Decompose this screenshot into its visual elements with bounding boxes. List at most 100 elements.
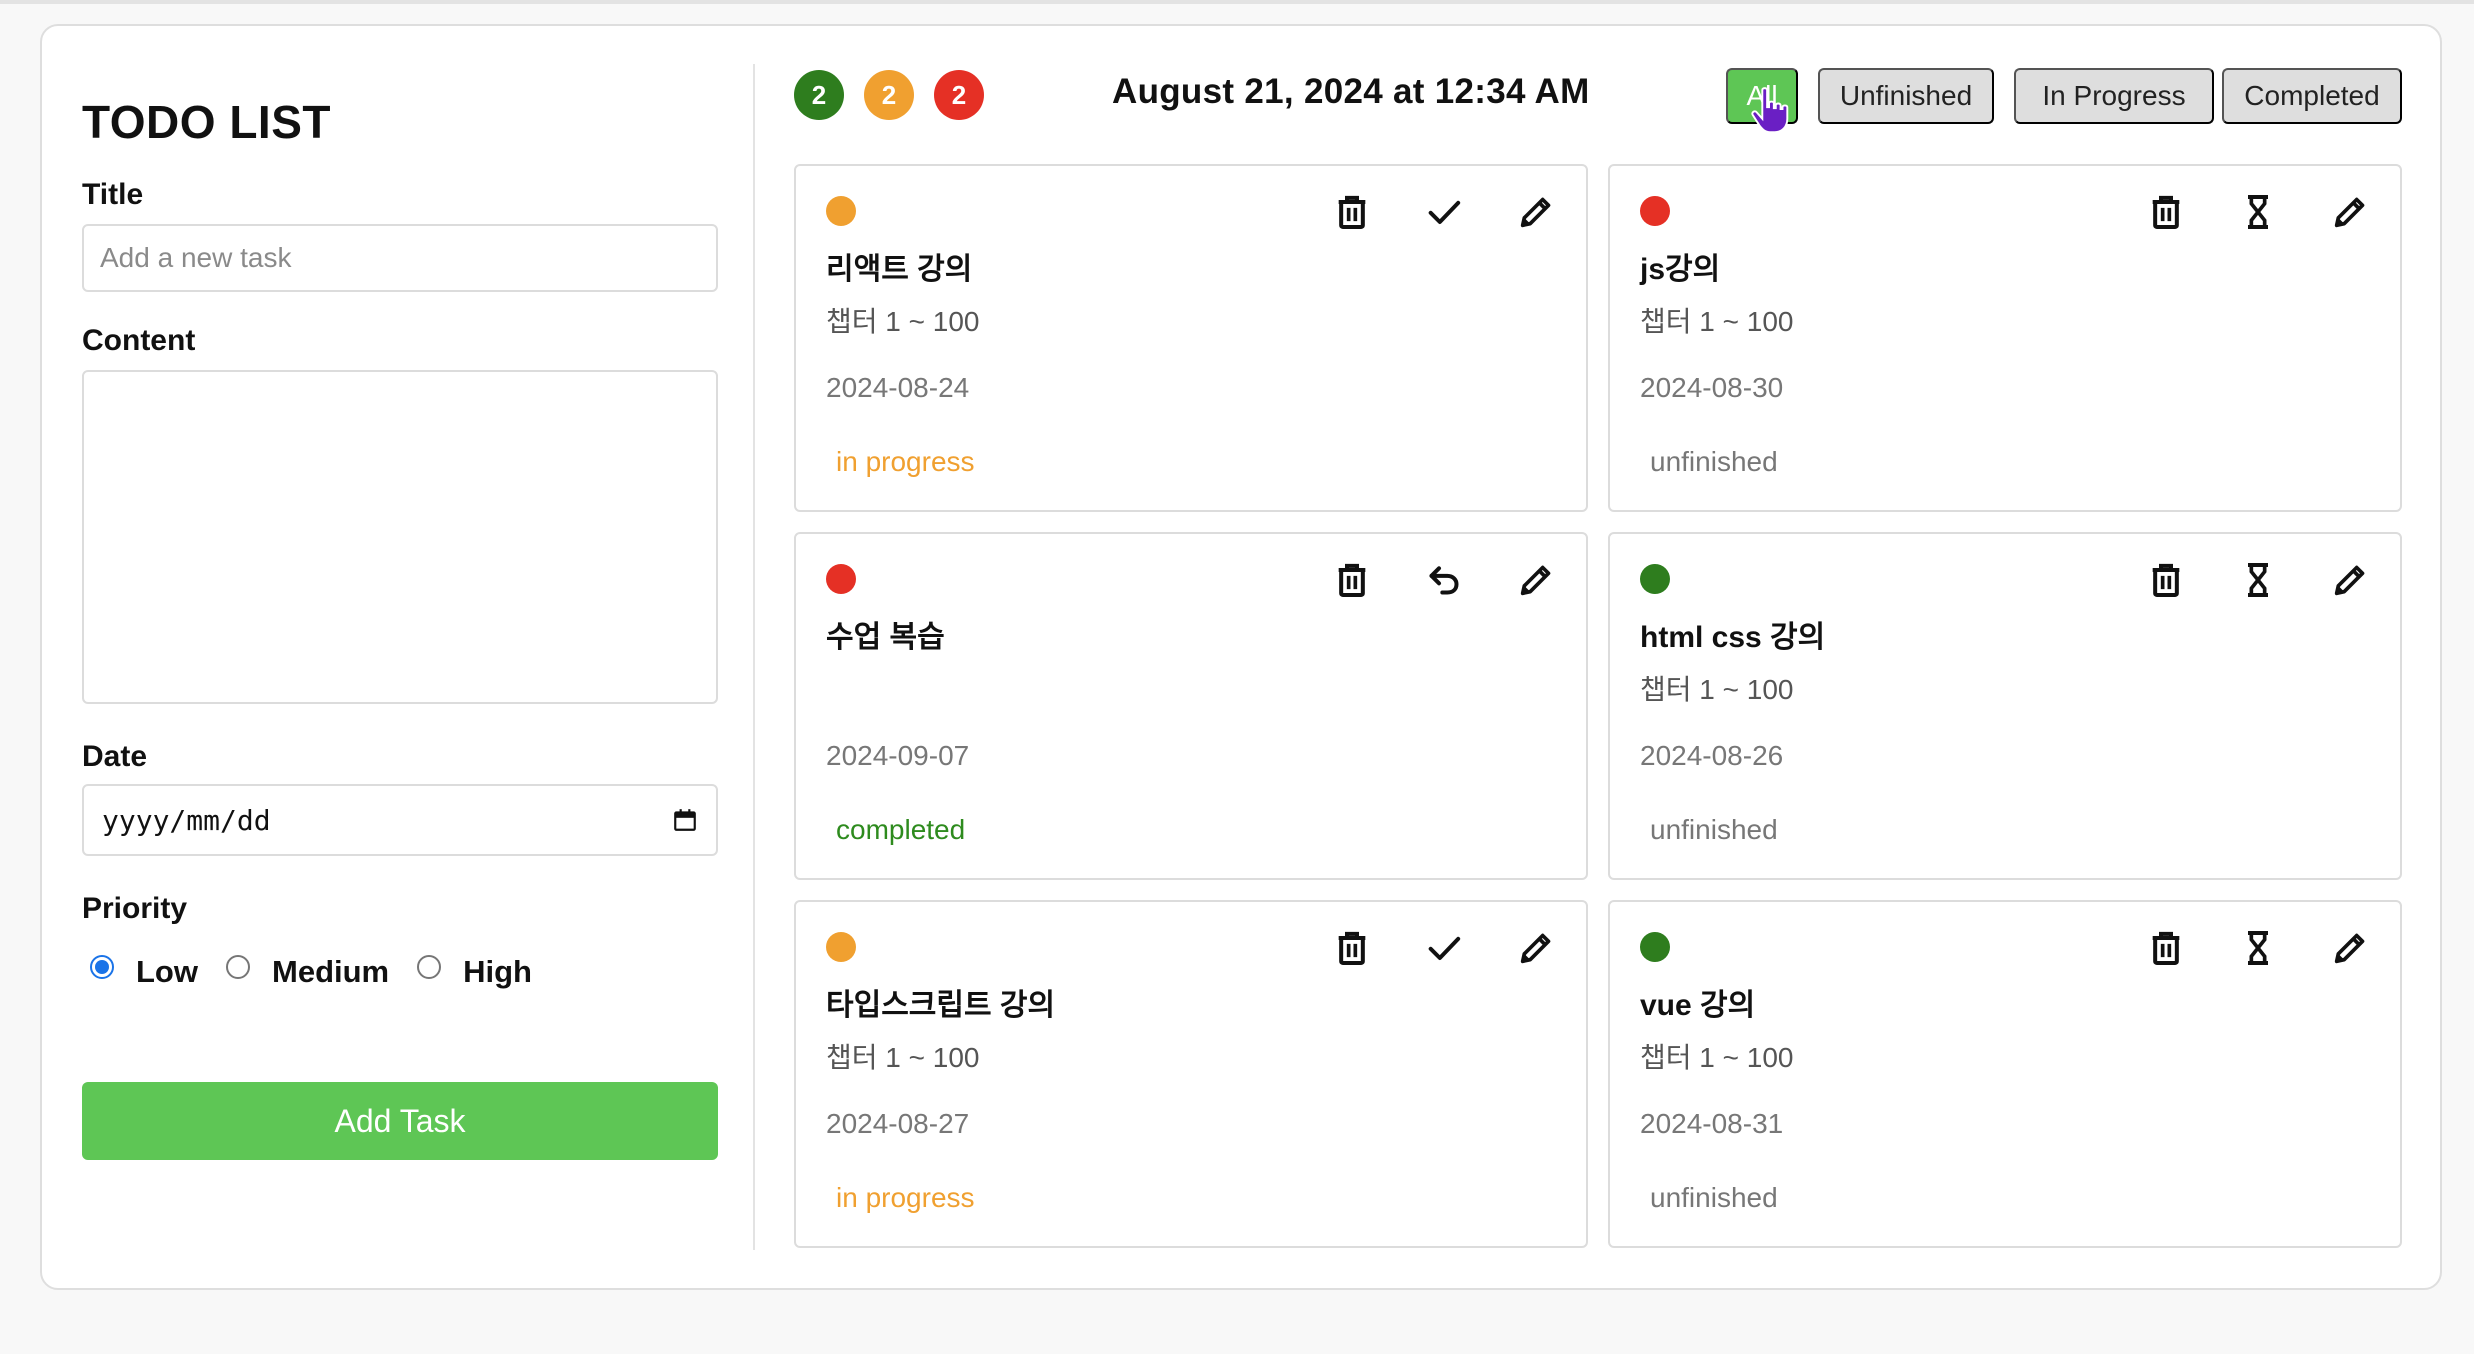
priority-dot — [826, 196, 856, 226]
delete-task-button[interactable] — [1330, 558, 1374, 602]
complete-task-button[interactable] — [1422, 190, 1466, 234]
calendar-icon[interactable] — [672, 807, 698, 833]
title-label: Title — [82, 178, 144, 211]
start-task-button[interactable] — [2236, 190, 2280, 234]
priority-medium-label[interactable]: Medium — [272, 954, 389, 990]
task-card: 수업 복습 2024-09-07 completed — [794, 532, 1588, 880]
task-date: 2024-08-26 — [1640, 740, 1784, 771]
task-status: in progress — [836, 1182, 975, 1213]
priority-low-label[interactable]: Low — [136, 954, 198, 990]
check-icon — [1428, 200, 1461, 224]
trash-icon — [2152, 563, 2180, 597]
delete-task-button[interactable] — [1330, 190, 1374, 234]
low-priority-count-badge: 2 — [794, 70, 844, 120]
priority-dot — [1640, 196, 1670, 226]
task-content: 챕터 1 ~ 100 — [826, 306, 980, 337]
task-date: 2024-08-30 — [1640, 372, 1784, 403]
check-icon — [1428, 936, 1461, 960]
add-task-form: TODO LIST Title Content Date yyyy/mm/dd … — [82, 66, 718, 1160]
hourglass-icon — [2248, 931, 2268, 965]
priority-dot — [1640, 932, 1670, 962]
priority-low-radio[interactable] — [90, 955, 114, 979]
date-label: Date — [82, 740, 148, 773]
high-priority-count-badge: 2 — [934, 70, 984, 120]
start-task-button[interactable] — [2236, 926, 2280, 970]
task-date: 2024-08-27 — [826, 1108, 970, 1139]
filter-completed-button[interactable]: Completed — [2222, 68, 2402, 124]
priority-dot — [1640, 564, 1670, 594]
todo-app: TODO LIST Title Content Date yyyy/mm/dd … — [40, 24, 2442, 1290]
task-status: completed — [836, 814, 966, 845]
hourglass-icon — [2248, 563, 2268, 597]
task-title: 타입스크립트 강의 — [826, 989, 1056, 1022]
task-card: 리액트 강의챕터 1 ~ 100 2024-08-24 in progress — [794, 164, 1588, 512]
task-card: html css 강의챕터 1 ~ 100 2024-08-26 unfinishe… — [1608, 532, 2402, 880]
task-content: 챕터 1 ~ 100 — [826, 1042, 980, 1073]
title-input[interactable] — [82, 224, 718, 292]
date-placeholder: yyyy/mm/dd — [102, 803, 271, 837]
priority-high-radio[interactable] — [417, 955, 442, 979]
trash-icon — [2152, 195, 2180, 229]
undo-icon — [1429, 566, 1459, 595]
task-status: unfinished — [1650, 814, 1778, 845]
content-textarea[interactable] — [82, 370, 718, 704]
task-status: in progress — [836, 446, 975, 477]
priority-label: Priority — [82, 892, 188, 925]
pencil-icon — [1520, 197, 1551, 228]
filter-in-progress-button[interactable]: In Progress — [2014, 68, 2214, 124]
task-card: js강의챕터 1 ~ 100 2024-08-30 unfinished — [1608, 164, 2402, 512]
current-datetime: August 21, 2024 at 12:34 AM — [1112, 72, 1590, 111]
delete-task-button[interactable] — [2144, 190, 2188, 234]
task-card: 타입스크립트 강의챕터 1 ~ 100 2024-08-27 in progress — [794, 900, 1588, 1248]
start-task-button[interactable] — [2236, 558, 2280, 602]
complete-task-button[interactable] — [1422, 926, 1466, 970]
add-task-button[interactable]: Add Task — [82, 1082, 718, 1160]
hourglass-icon — [2248, 195, 2268, 229]
trash-icon — [2152, 931, 2180, 965]
trash-icon — [1338, 563, 1366, 597]
trash-icon — [1338, 195, 1366, 229]
task-content: 챕터 1 ~ 100 — [1640, 1042, 1794, 1073]
trash-icon — [1338, 931, 1366, 965]
pencil-icon — [2334, 933, 2365, 964]
task-date: 2024-09-07 — [826, 740, 970, 771]
priority-dot — [826, 932, 856, 962]
task-status: unfinished — [1650, 446, 1778, 477]
medium-priority-count-badge: 2 — [864, 70, 914, 120]
panel-divider — [753, 64, 755, 1250]
filter-unfinished-button[interactable]: Unfinished — [1818, 68, 1994, 124]
edit-task-button[interactable] — [1514, 190, 1558, 234]
priority-medium-radio[interactable] — [226, 955, 250, 979]
edit-task-button[interactable] — [2328, 558, 2372, 602]
content-label: Content — [82, 324, 196, 357]
task-date: 2024-08-24 — [826, 372, 970, 403]
task-title: js강의 — [1640, 253, 1721, 286]
hand-cursor-icon — [1751, 87, 1789, 134]
task-title: html css 강의 — [1640, 621, 1826, 654]
task-title: vue 강의 — [1640, 989, 1756, 1022]
task-content: 챕터 1 ~ 100 — [1640, 306, 1794, 337]
task-date: 2024-08-31 — [1640, 1108, 1784, 1139]
pencil-icon — [1520, 565, 1551, 596]
task-card: vue 강의챕터 1 ~ 100 2024-08-31 unfinished — [1608, 900, 2402, 1248]
undo-task-button[interactable] — [1422, 558, 1466, 602]
task-content: 챕터 1 ~ 100 — [1640, 674, 1794, 705]
date-input[interactable]: yyyy/mm/dd — [82, 784, 718, 856]
window-top-border — [0, 0, 2474, 4]
pencil-icon — [2334, 197, 2365, 228]
delete-task-button[interactable] — [1330, 926, 1374, 970]
task-status: unfinished — [1650, 1182, 1778, 1213]
pencil-icon — [1520, 933, 1551, 964]
edit-task-button[interactable] — [1514, 926, 1558, 970]
delete-task-button[interactable] — [2144, 558, 2188, 602]
edit-task-button[interactable] — [2328, 926, 2372, 970]
delete-task-button[interactable] — [2144, 926, 2188, 970]
pencil-icon — [2334, 565, 2365, 596]
task-title: 리액트 강의 — [826, 253, 973, 286]
priority-radio-group: Low Medium High — [90, 944, 560, 990]
priority-dot — [826, 564, 856, 594]
page-title: TODO LIST — [82, 96, 331, 148]
edit-task-button[interactable] — [1514, 558, 1558, 602]
priority-high-label[interactable]: High — [463, 954, 532, 990]
edit-task-button[interactable] — [2328, 190, 2372, 234]
